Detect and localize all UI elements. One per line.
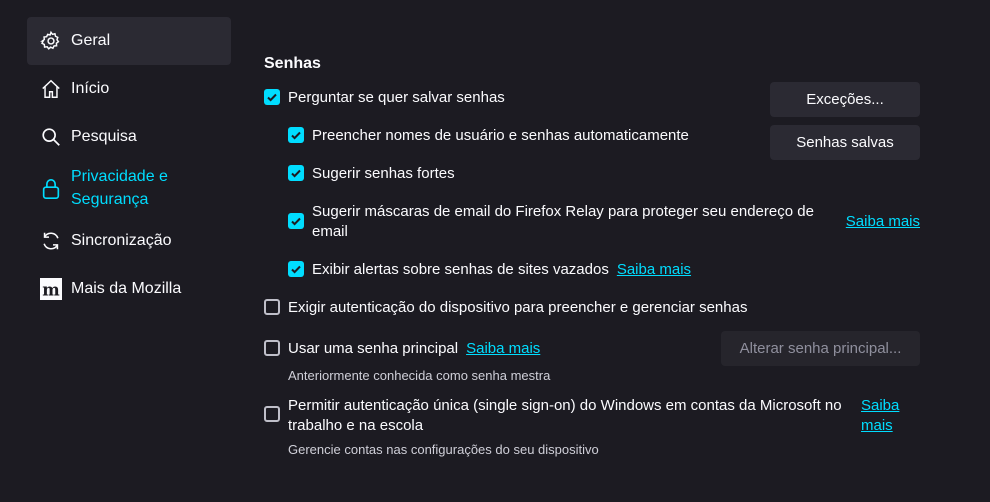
exceptions-button[interactable]: Exceções... [770, 82, 920, 117]
relay-row: Sugerir máscaras de email do Firefox Rel… [288, 202, 920, 242]
saved-passwords-button[interactable]: Senhas salvas [770, 125, 920, 160]
sidebar-item-geral[interactable]: Geral [27, 17, 231, 65]
device-auth-label[interactable]: Exigir autenticação do dispositivo para … [288, 298, 747, 318]
home-icon [39, 77, 63, 101]
sso-checkbox[interactable] [264, 406, 280, 422]
sidebar-item-label: Privacidade e Segurança [71, 168, 168, 208]
lock-icon [39, 177, 63, 201]
suggest-strong-checkbox[interactable] [288, 165, 304, 181]
relay-checkbox[interactable] [288, 213, 304, 229]
search-icon [39, 125, 63, 149]
primary-password-checkbox[interactable] [264, 340, 280, 356]
autofill-checkbox[interactable] [288, 127, 304, 143]
breach-alerts-row: Exibir alertas sobre senhas de sites vaz… [288, 260, 691, 280]
sidebar-item-inicio[interactable]: Início [27, 65, 231, 113]
device-auth-checkbox[interactable] [264, 299, 280, 315]
suggest-strong-row: Sugerir senhas fortes [288, 164, 455, 184]
device-auth-row: Exigir autenticação do dispositivo para … [264, 298, 747, 318]
autofill-label[interactable]: Preencher nomes de usuário e senhas auto… [312, 126, 689, 146]
sidebar-item-pesquisa[interactable]: Pesquisa [27, 113, 231, 161]
mozilla-icon: m [39, 277, 63, 301]
sidebar-item-label: Mais da Mozilla [71, 280, 182, 297]
relay-learn-more-link[interactable]: Saiba mais [846, 212, 920, 232]
sidebar-item-label: Sincronização [71, 232, 172, 249]
sidebar-item-privacidade[interactable]: Privacidade e Segurança [27, 161, 231, 223]
sso-description: Gerencie contas nas configurações do seu… [288, 442, 599, 457]
primary-password-label[interactable]: Usar uma senha principal [288, 339, 458, 359]
ask-save-row: Perguntar se quer salvar senhas [264, 88, 505, 108]
relay-label[interactable]: Sugerir máscaras de email do Firefox Rel… [312, 202, 822, 242]
change-primary-password-button[interactable]: Alterar senha principal... [721, 331, 920, 366]
sso-row: Permitir autenticação única (single sign… [264, 396, 920, 436]
primary-password-description: Anteriormente conhecida como senha mestr… [288, 368, 551, 383]
sidebar: Geral Início Pesquisa Privacidade e Segu… [27, 17, 231, 319]
sync-icon [39, 229, 63, 253]
sidebar-item-label: Pesquisa [71, 128, 137, 145]
autofill-row: Preencher nomes de usuário e senhas auto… [288, 126, 689, 146]
sidebar-item-label: Geral [71, 32, 111, 49]
gear-icon [39, 29, 63, 53]
sidebar-item-label: Início [71, 80, 110, 97]
sidebar-item-mozilla[interactable]: m Mais da Mozilla [27, 271, 231, 319]
primary-password-row: Usar uma senha principal Saiba mais [264, 339, 540, 359]
sso-label[interactable]: Permitir autenticação única (single sign… [288, 396, 848, 436]
ask-save-label[interactable]: Perguntar se quer salvar senhas [288, 88, 505, 108]
suggest-strong-label[interactable]: Sugerir senhas fortes [312, 164, 455, 184]
sidebar-item-sincronizacao[interactable]: Sincronização [27, 223, 231, 271]
svg-text:m: m [42, 280, 60, 299]
breach-learn-more-link[interactable]: Saiba mais [617, 260, 691, 280]
breach-alerts-checkbox[interactable] [288, 261, 304, 277]
section-title: Senhas [264, 55, 321, 72]
sso-learn-more-link[interactable]: Saiba mais [861, 396, 901, 436]
ask-save-checkbox[interactable] [264, 89, 280, 105]
primary-learn-more-link[interactable]: Saiba mais [466, 339, 540, 359]
breach-alerts-label[interactable]: Exibir alertas sobre senhas de sites vaz… [312, 260, 609, 280]
